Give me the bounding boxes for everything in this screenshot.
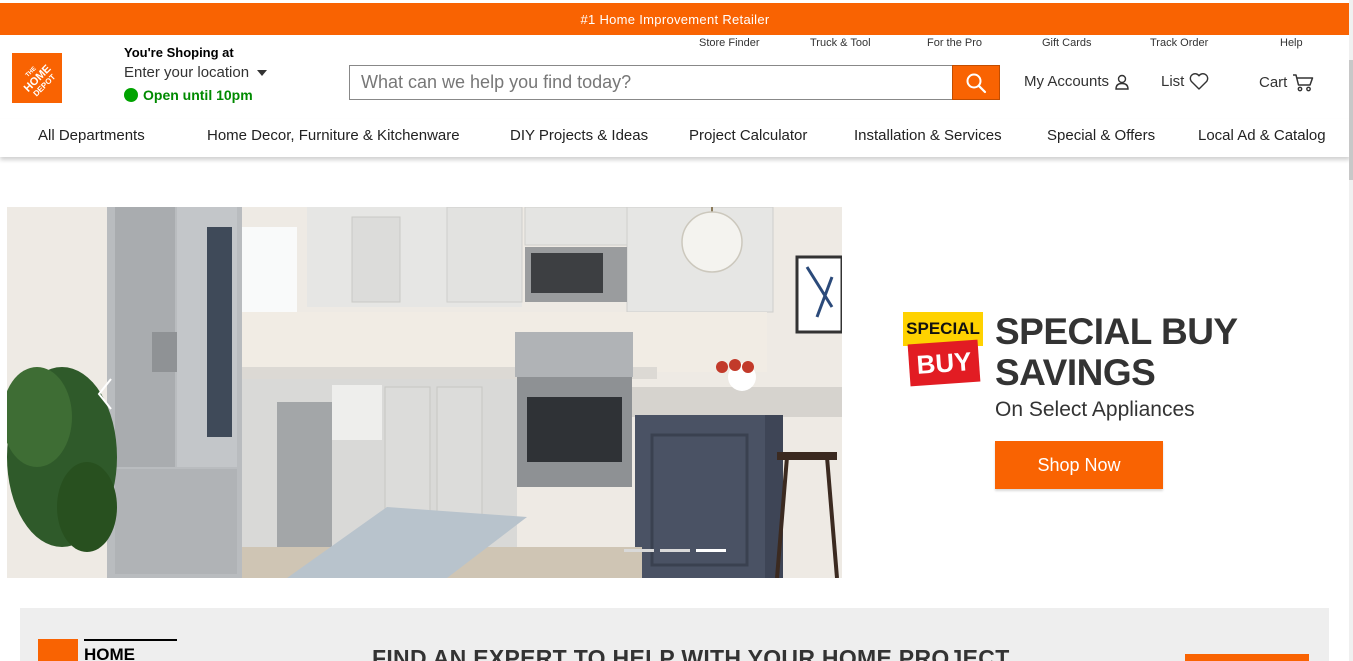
home-services-logo-text: HOME [84,639,177,661]
utility-link-for-the-pro[interactable]: For the Pro [927,37,982,49]
home-depot-logo-icon: THE HOME DEPOT [12,53,62,103]
home-depot-logo[interactable]: THE HOME DEPOT [12,53,62,103]
store-selector[interactable]: You're Shoping at Enter your location Op… [124,45,268,103]
scrollbar-thumb[interactable] [1349,60,1353,180]
utility-link-truck-tool[interactable]: Truck & Tool [810,37,871,49]
page: #1 Home Improvement Retailer THE HOME DE… [0,0,1353,661]
find-expert-headline: FIND AN EXPERT TO HELP WITH YOUR HOME PR… [372,645,1010,661]
utility-link-store-finder[interactable]: Store Finder [699,37,760,49]
find-expert-section: HOME FIND AN EXPERT TO HELP WITH YOUR HO… [20,608,1329,661]
location-label: Enter your location [124,64,250,81]
promo-bar[interactable]: #1 Home Improvement Retailer [0,3,1350,35]
cart-icon [1293,74,1314,92]
search-icon [966,73,987,93]
cart-label: Cart [1259,74,1288,91]
heart-icon [1190,73,1209,90]
carousel-dot-3-active[interactable] [696,549,726,552]
nav-item-installation-services[interactable]: Installation & Services [854,127,1002,144]
special-buy-badge: SPECIAL BUY [903,312,983,387]
open-status-icon [124,88,138,102]
search-bar [349,65,1000,100]
user-icon [1115,74,1129,90]
list-label: List [1161,73,1185,90]
my-accounts-label: My Accounts [1024,73,1110,90]
special-buy-title: SPECIAL BUY SAVINGS [995,311,1238,393]
my-accounts-link[interactable]: My Accounts [1024,73,1130,90]
utility-link-gift-cards[interactable]: Gift Cards [1042,37,1092,49]
promo-bar-text[interactable]: #1 Home Improvement Retailer [580,12,769,27]
home-depot-mini-logo [38,639,78,661]
special-buy-title-line2: SAVINGS [995,352,1156,393]
kitchen-image [7,207,842,578]
carousel-prev-icon[interactable] [95,377,115,411]
cart-link[interactable]: Cart [1259,73,1314,92]
shop-now-button[interactable]: Shop Now [995,441,1163,489]
carousel-dot-2[interactable] [660,549,690,552]
find-expert-button[interactable] [1185,654,1309,661]
store-title: You're Shoping at [124,45,234,60]
location-dropdown[interactable]: Enter your location [124,64,268,81]
buy-badge-label: BUY [907,339,981,387]
search-input[interactable] [349,65,952,100]
nav-item-all-departments[interactable]: All Departments [38,127,145,144]
hero-carousel[interactable] [7,207,842,578]
special-buy-panel: SPECIAL BUY SPECIAL BUY SAVINGS On Selec… [842,207,1332,578]
special-buy-subtitle: On Select Appliances [995,398,1195,421]
page-scrollbar[interactable] [1349,0,1353,661]
nav-item-project-calculator[interactable]: Project Calculator [689,127,807,144]
list-link[interactable]: List [1161,73,1209,90]
store-hours-label: Open until 10pm [143,87,253,103]
store-hours: Open until 10pm [124,87,267,103]
utility-link-track-order[interactable]: Track Order [1150,37,1208,49]
search-button[interactable] [952,65,1000,100]
carousel-dot-1[interactable] [624,549,654,552]
nav-item-home-decor[interactable]: Home Decor, Furniture & Kitchenware [207,127,460,144]
special-buy-title-line1: SPECIAL BUY [995,311,1238,352]
nav-item-local-ad-catalog[interactable]: Local Ad & Catalog [1198,127,1326,144]
caret-down-icon [257,69,268,76]
utility-link-help[interactable]: Help [1280,37,1303,49]
nav-item-special-offers[interactable]: Special & Offers [1047,127,1155,144]
nav-item-diy-projects[interactable]: DIY Projects & Ideas [510,127,648,144]
main-nav: All Departments Home Decor, Furniture & … [0,119,1350,157]
